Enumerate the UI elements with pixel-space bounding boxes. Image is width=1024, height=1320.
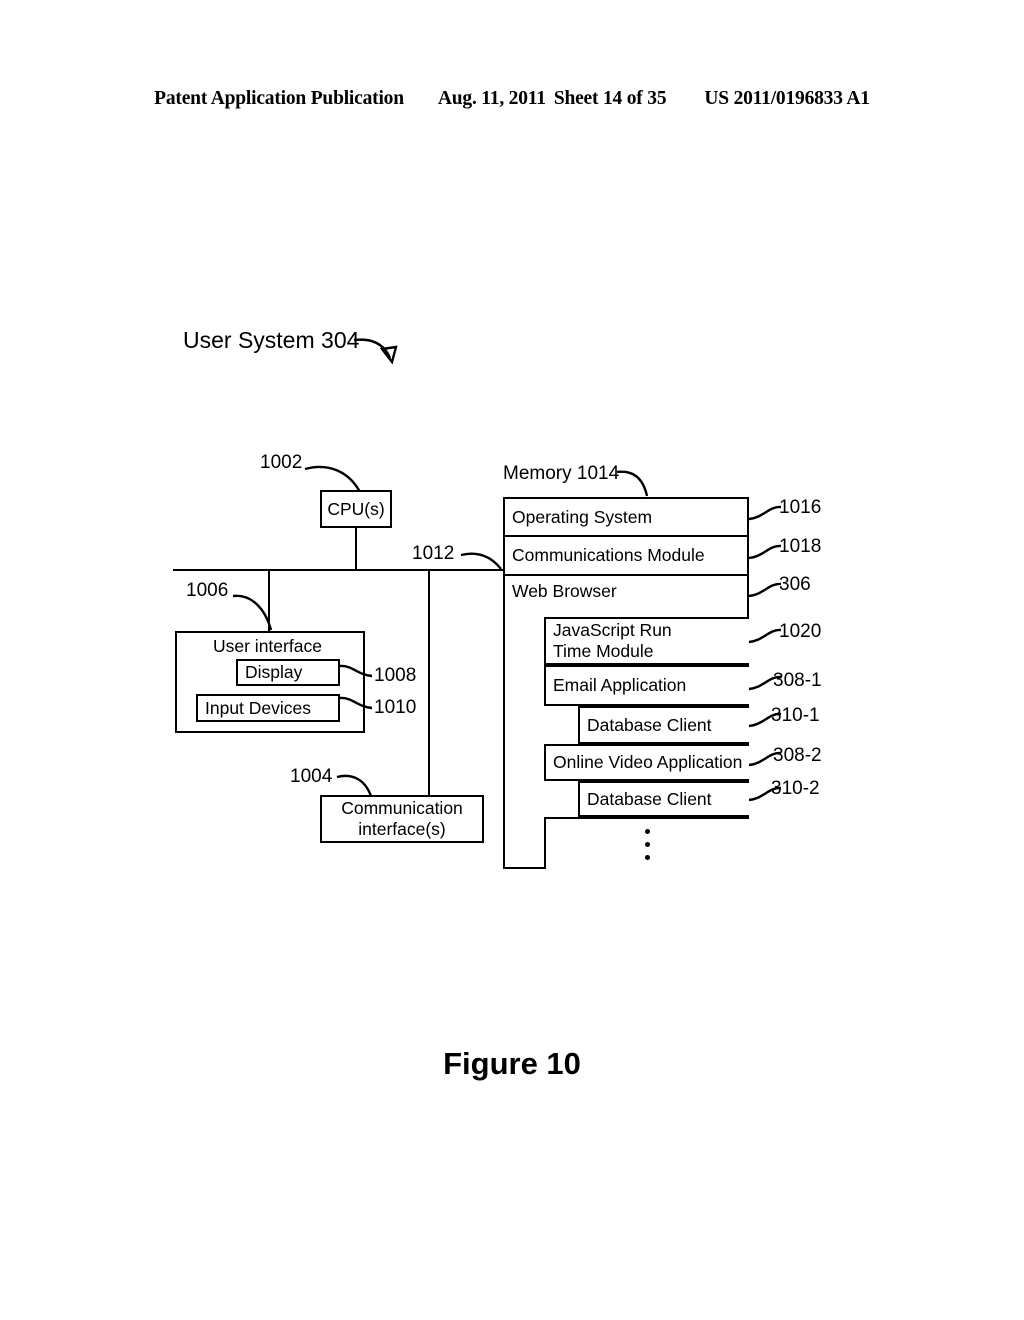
ref-308-1: 308-1 xyxy=(773,670,822,691)
web-browser-label: Web Browser xyxy=(512,581,617,601)
ref-1004: 1004 xyxy=(290,766,333,787)
figure-caption: Figure 10 xyxy=(443,1046,581,1081)
database-client-block-2: Database Client xyxy=(578,781,749,817)
sheet-number: Sheet 14 of 35 xyxy=(553,88,667,109)
cpu-block: CPU(s) xyxy=(320,490,392,528)
database-client-label-2: Database Client xyxy=(587,788,712,809)
communication-interfaces-line2: interface(s) xyxy=(358,819,446,839)
communication-interfaces-line1: Communication xyxy=(341,798,463,818)
email-application-block: Email Application xyxy=(544,665,749,706)
patent-header: Patent Application Publication Aug. 11, … xyxy=(0,88,1024,110)
memory-row-web-browser: Web Browser xyxy=(503,576,749,614)
publication-date: Aug. 11, 2011 xyxy=(437,88,546,109)
patent-number: US 2011/0196833 A1 xyxy=(704,88,870,109)
memory-more-items-indicator xyxy=(544,817,749,869)
online-video-application-label: Online Video Application xyxy=(553,752,743,772)
ref-1020: 1020 xyxy=(779,621,822,642)
ref-310-2: 310-2 xyxy=(771,778,820,799)
ref-308-2: 308-2 xyxy=(773,745,822,766)
cpu-bus-connector xyxy=(355,528,357,570)
ref-1006: 1006 xyxy=(186,580,229,601)
vertical-ellipsis-icon xyxy=(645,825,650,864)
ref-1018: 1018 xyxy=(779,536,822,557)
ref-1012: 1012 xyxy=(412,543,455,564)
ref-1010: 1010 xyxy=(374,697,417,718)
title-arrow-icon xyxy=(353,338,398,365)
javascript-runtime-line1: JavaScript Run xyxy=(553,620,672,640)
ref-1002: 1002 xyxy=(260,452,303,473)
display-block: Display xyxy=(236,659,340,686)
ref-1016: 1016 xyxy=(779,497,822,518)
database-client-label-1: Database Client xyxy=(587,714,712,735)
memory-row-communications-module: Communications Module xyxy=(503,537,749,576)
communications-module-label: Communications Module xyxy=(512,545,705,566)
online-video-application-block: Online Video Application xyxy=(544,744,749,781)
diagram-title: User System 304 xyxy=(183,327,360,353)
ref-310-1: 310-1 xyxy=(771,705,820,726)
cpu-label: CPU(s) xyxy=(327,498,385,519)
user-interface-label: User interface xyxy=(213,636,322,656)
publication-label: Patent Application Publication xyxy=(154,88,404,109)
email-application-label: Email Application xyxy=(553,675,687,695)
bus-stub-communication-interface xyxy=(428,569,430,795)
input-devices-block: Input Devices xyxy=(196,694,340,722)
leader-memory-1014 xyxy=(616,470,649,497)
operating-system-label: Operating System xyxy=(512,506,653,527)
input-devices-label: Input Devices xyxy=(205,697,312,718)
javascript-runtime-module-block: JavaScript Run Time Module xyxy=(544,617,749,665)
system-bus xyxy=(173,569,505,571)
memory-row-operating-system: Operating System xyxy=(503,497,749,537)
display-label: Display xyxy=(245,662,303,683)
database-client-block-1: Database Client xyxy=(578,706,749,744)
leader-1006 xyxy=(232,594,273,631)
javascript-runtime-line2: Time Module xyxy=(553,641,654,661)
ref-1008: 1008 xyxy=(374,665,417,686)
memory-label: Memory 1014 xyxy=(503,463,620,484)
communication-interfaces-block: Communication interface(s) xyxy=(320,795,484,843)
ref-306: 306 xyxy=(779,574,811,595)
bus-stub-user-interface xyxy=(268,569,270,632)
